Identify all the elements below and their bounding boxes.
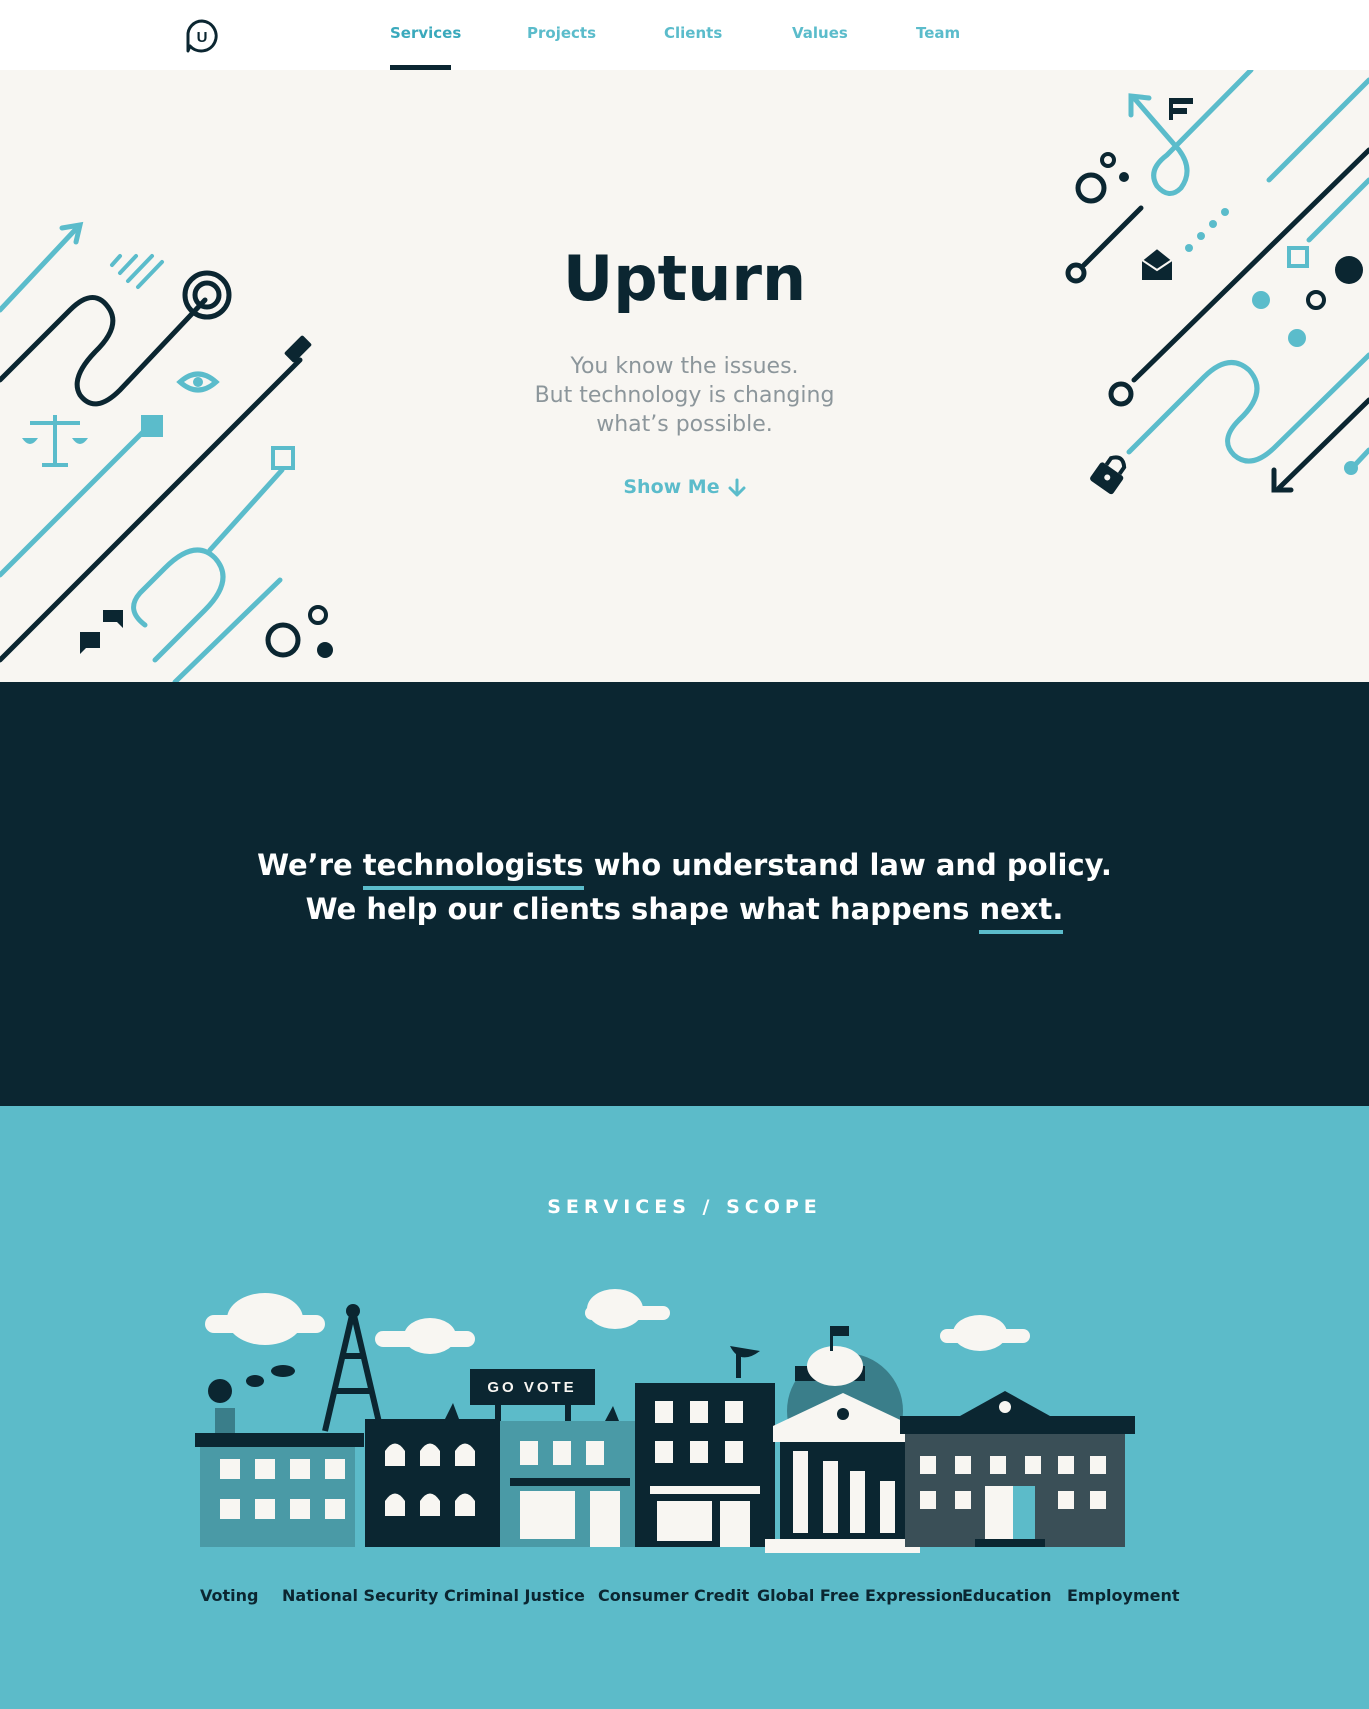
services-section: SERVICES / SCOPE GO VOTE Voting National… [0,1106,1369,1709]
billboard-text: GO VOTE [487,1379,576,1396]
mission-section: We’re technologists who understand law a… [0,682,1369,1106]
city-skyline-illustration: GO VOTE [195,1289,1135,1553]
arrow-down-icon [728,478,746,496]
top-nav: U Services Projects Clients Values Team [0,0,1369,70]
scope-item-consumer-credit[interactable]: Consumer Credit [598,1586,749,1605]
hero-section: Upturn You know the issues. But technolo… [0,70,1369,682]
scope-item-global-free-expression[interactable]: Global Free Expression [757,1586,963,1605]
mission-line-2: We help our clients shape what happens n… [0,892,1369,934]
services-heading: SERVICES / SCOPE [547,1196,822,1218]
nav-link-projects[interactable]: Projects [527,24,596,42]
hero-subtitle-line: what’s possible. [596,412,773,437]
mission-text: We help our clients shape what happens [305,892,980,926]
scope-item-education[interactable]: Education [962,1586,1052,1605]
mission-text: We’re [257,848,363,882]
scope-item-voting[interactable]: Voting [200,1586,258,1605]
scope-list: Voting National Security Criminal Justic… [0,1586,1369,1616]
scope-item-criminal-justice[interactable]: Criminal Justice [444,1586,585,1605]
hero-title: Upturn [562,242,807,315]
scope-item-national-security[interactable]: National Security [282,1586,438,1605]
highlight-next: next. [979,892,1064,934]
scope-item-employment[interactable]: Employment [1067,1586,1180,1605]
show-me-label: Show Me [623,476,720,498]
nav-link-values[interactable]: Values [792,24,848,42]
nav-link-services[interactable]: Services [390,24,461,42]
mission-line-1: We’re technologists who understand law a… [0,848,1369,890]
show-me-button[interactable]: Show Me [0,476,1369,498]
nav-link-team[interactable]: Team [916,24,960,42]
nav-link-clients[interactable]: Clients [664,24,722,42]
upturn-logo-icon[interactable]: U [184,18,220,54]
highlight-technologists: technologists [362,848,584,890]
hero-subtitle-line: But technology is changing [534,383,835,408]
mission-text: who understand law and policy. [583,848,1112,882]
logo-letter: U [197,29,208,46]
hero-subtitle: You know the issues. But technology is c… [0,352,1369,439]
hero-subtitle-line: You know the issues. [570,354,799,379]
